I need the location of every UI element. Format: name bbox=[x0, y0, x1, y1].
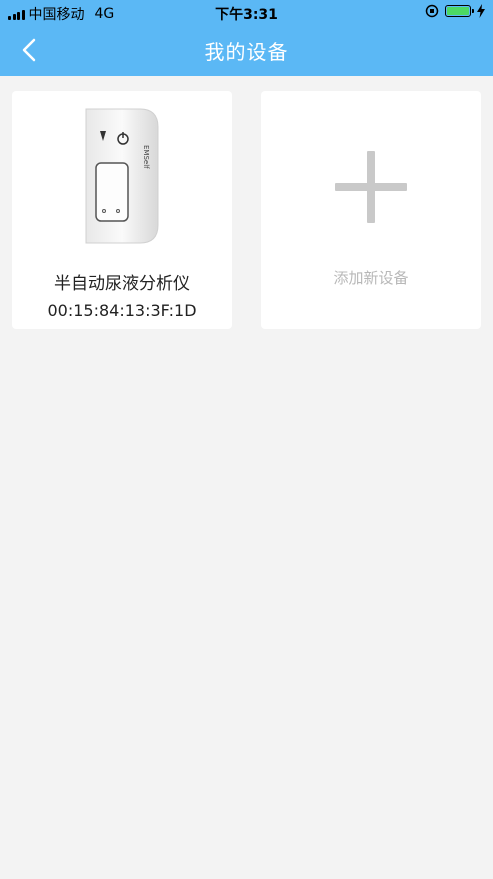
add-device-card[interactable]: 添加新设备 bbox=[261, 91, 481, 329]
device-brand-mark: EMSelf bbox=[142, 145, 150, 169]
orientation-lock-icon bbox=[425, 4, 439, 18]
battery-icon bbox=[445, 5, 474, 17]
app-header: 中国移动 4G 下午3:31 我的设备 bbox=[0, 0, 493, 76]
page-title: 我的设备 bbox=[204, 40, 289, 64]
device-name: 半自动尿液分析仪 bbox=[54, 274, 190, 294]
device-image: EMSelf bbox=[85, 108, 159, 244]
plus-icon bbox=[335, 151, 407, 223]
device-mac-address: 00:15:84:13:3F:1D bbox=[47, 301, 197, 320]
device-card[interactable]: EMSelf 半自动尿液分析仪 00:15:84:13:3F:1D bbox=[12, 91, 232, 329]
add-device-label: 添加新设备 bbox=[333, 269, 409, 287]
status-bar: 中国移动 4G 下午3:31 bbox=[0, 0, 493, 26]
status-time: 下午3:31 bbox=[215, 7, 278, 23]
charging-icon bbox=[477, 4, 485, 18]
